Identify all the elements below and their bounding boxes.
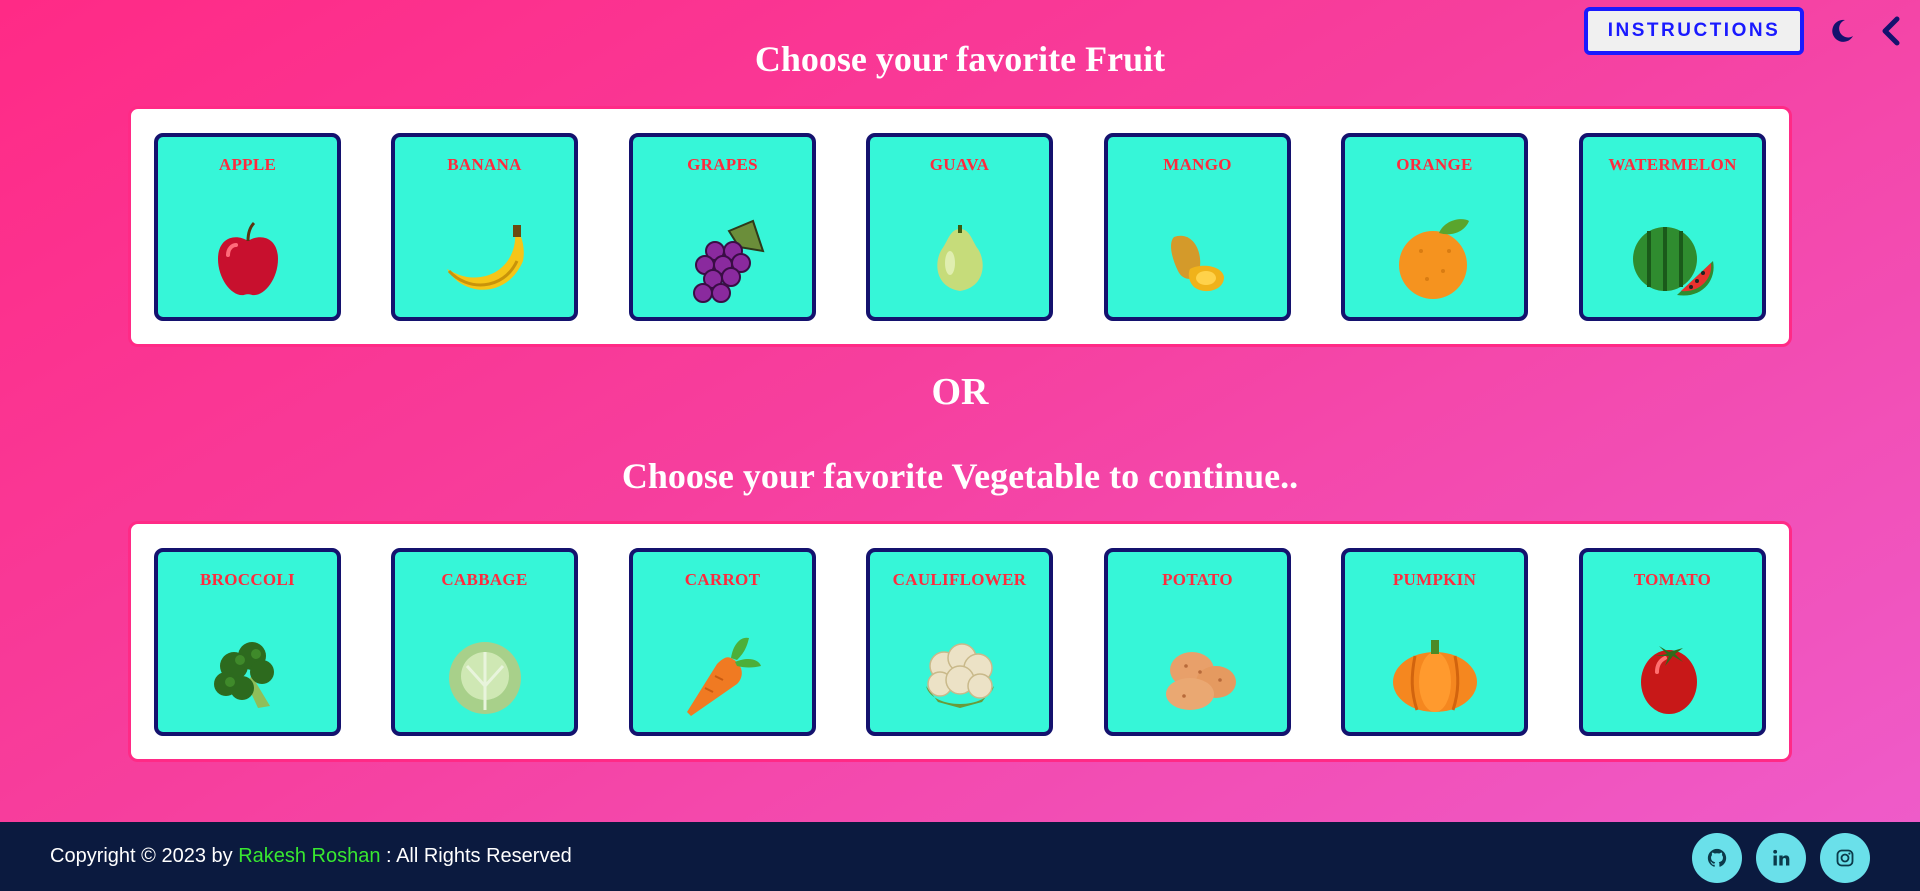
footer: Copyright © 2023 by Rakesh Roshan : All … — [0, 822, 1920, 891]
instagram-link[interactable] — [1820, 833, 1870, 883]
vegetable-card-cauliflower[interactable]: CAULIFLOWER — [866, 548, 1053, 736]
card-label: TOMATO — [1633, 570, 1712, 589]
copyright-prefix: Copyright © 2023 by — [50, 845, 239, 867]
card-label: CARROT — [684, 570, 761, 589]
github-icon — [1707, 848, 1727, 867]
card-label: BANANA — [447, 155, 522, 174]
broccoli-icon — [213, 642, 274, 708]
fruit-card-orange[interactable]: ORANGE — [1341, 133, 1528, 321]
card-label: GUAVA — [929, 155, 990, 174]
apple-icon — [217, 221, 278, 296]
linkedin-link[interactable] — [1756, 833, 1806, 883]
copyright-suffix: : All Rights Reserved — [380, 845, 572, 867]
vegetable-card-potato[interactable]: POTATO — [1104, 548, 1291, 736]
vegetable-card-pumpkin[interactable]: PUMPKIN — [1341, 548, 1528, 736]
card-label: BROCCOLI — [200, 570, 295, 589]
card-label: GRAPES — [687, 155, 758, 174]
guava-icon — [936, 225, 983, 291]
potato-icon — [1165, 652, 1236, 710]
card-label: CABBAGE — [441, 570, 528, 589]
fruit-card-apple[interactable]: APPLE — [154, 133, 341, 321]
vegetable-heading: Choose your favorite Vegetable to contin… — [621, 456, 1299, 496]
card-label: CAULIFLOWER — [892, 570, 1027, 589]
fruit-heading: Choose your favorite Fruit — [754, 39, 1166, 79]
copyright-text: Copyright © 2023 by Rakesh Roshan : All … — [50, 845, 572, 868]
vegetable-card-tomato[interactable]: TOMATO — [1579, 548, 1766, 736]
cabbage-icon — [448, 642, 521, 714]
author-link[interactable]: Rakesh Roshan — [238, 845, 380, 867]
card-label: ORANGE — [1396, 155, 1473, 174]
vegetable-card-cabbage[interactable]: CABBAGE — [391, 548, 578, 736]
orange-icon — [1398, 219, 1469, 299]
fruit-panel: APPLE BANANA GRAPES GUAVA MANGO ORANGE W… — [128, 106, 1792, 347]
fruit-card-grapes[interactable]: GRAPES — [629, 133, 816, 321]
vegetable-card-carrot[interactable]: CARROT — [629, 548, 816, 736]
card-label: PUMPKIN — [1392, 570, 1477, 589]
pumpkin-icon — [1392, 640, 1477, 712]
fruit-card-watermelon[interactable]: WATERMELON — [1579, 133, 1766, 321]
grapes-icon — [692, 219, 764, 303]
tomato-icon — [1640, 646, 1697, 714]
card-label: MANGO — [1163, 155, 1232, 174]
card-label: POTATO — [1162, 570, 1233, 589]
fruit-card-mango[interactable]: MANGO — [1104, 133, 1291, 321]
mango-icon — [1170, 235, 1224, 292]
vegetable-panel: BROCCOLI CABBAGE CARROT CAULIFLOWER POTA… — [128, 521, 1792, 762]
fruit-card-banana[interactable]: BANANA — [391, 133, 578, 321]
card-label: APPLE — [218, 155, 277, 174]
or-divider: OR — [931, 371, 989, 413]
linkedin-icon — [1773, 849, 1790, 866]
watermelon-icon — [1632, 227, 1714, 296]
vegetable-card-broccoli[interactable]: BROCCOLI — [154, 548, 341, 736]
instagram-icon — [1836, 849, 1854, 867]
fruit-card-guava[interactable]: GUAVA — [866, 133, 1053, 321]
card-label: WATERMELON — [1608, 155, 1737, 174]
github-link[interactable] — [1692, 833, 1742, 883]
social-links — [1692, 833, 1870, 883]
banana-icon — [446, 225, 524, 290]
cauliflower-icon — [925, 643, 994, 708]
carrot-icon — [686, 637, 761, 716]
